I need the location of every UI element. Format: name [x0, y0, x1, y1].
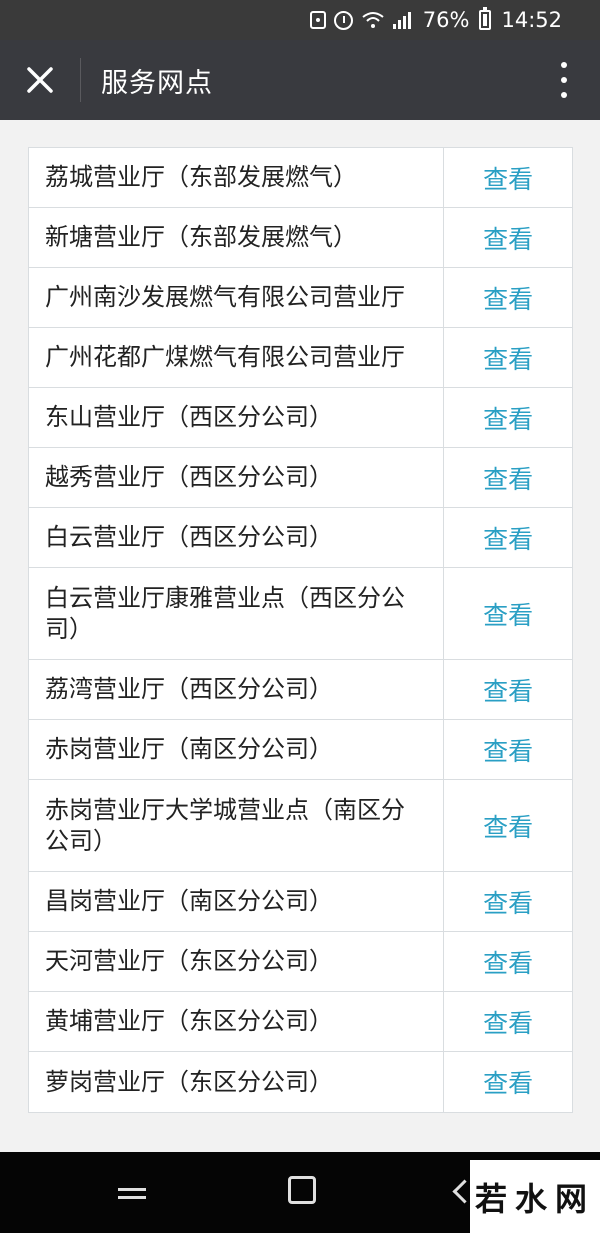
view-button[interactable]: 查看 — [444, 872, 572, 931]
outlet-name: 新塘营业厅（东部发展燃气） — [29, 208, 445, 267]
signal-icon — [392, 11, 411, 29]
table-row: 荔湾营业厅（西区分公司） 查看 — [29, 660, 572, 720]
view-button[interactable]: 查看 — [444, 932, 572, 991]
table-row: 白云营业厅（西区分公司） 查看 — [29, 508, 572, 568]
table-row: 天河营业厅（东区分公司） 查看 — [29, 932, 572, 992]
outlet-name: 赤岗营业厅（南区分公司） — [29, 720, 445, 779]
content-area: 荔城营业厅（东部发展燃气） 查看 新塘营业厅（东部发展燃气） 查看 广州南沙发展… — [0, 120, 600, 1152]
outlet-name: 广州花都广煤燃气有限公司营业厅 — [29, 328, 445, 387]
outlet-name: 黄埔营业厅（东区分公司） — [29, 992, 445, 1051]
battery-percent: 76% — [422, 8, 470, 32]
more-vertical-icon — [561, 62, 567, 98]
outlet-name: 白云营业厅康雅营业点（西区分公司） — [29, 568, 445, 659]
recycle-icon — [309, 11, 326, 29]
outlet-name: 昌岗营业厅（南区分公司） — [29, 872, 445, 931]
table-row: 昌岗营业厅（南区分公司） 查看 — [29, 872, 572, 932]
view-button[interactable]: 查看 — [444, 388, 572, 447]
view-button[interactable]: 查看 — [444, 328, 572, 387]
view-button[interactable]: 查看 — [444, 720, 572, 779]
table-row: 新塘营业厅（东部发展燃气） 查看 — [29, 208, 572, 268]
outlet-name: 白云营业厅（西区分公司） — [29, 508, 445, 567]
outlet-name: 荔湾营业厅（西区分公司） — [29, 660, 445, 719]
table-row: 越秀营业厅（西区分公司） 查看 — [29, 448, 572, 508]
watermark-text: 若水网 — [474, 1179, 595, 1218]
outlet-name: 东山营业厅（西区分公司） — [29, 388, 445, 447]
table-row: 荔城营业厅（东部发展燃气） 查看 — [29, 148, 572, 208]
more-options-button[interactable] — [552, 62, 576, 102]
outlet-name: 萝岗营业厅（东区分公司） — [29, 1052, 445, 1112]
table-row: 黄埔营业厅（东区分公司） 查看 — [29, 992, 572, 1052]
table-row: 白云营业厅康雅营业点（西区分公司） 查看 — [29, 568, 572, 660]
outlet-name: 天河营业厅（东区分公司） — [29, 932, 445, 991]
view-button[interactable]: 查看 — [444, 208, 572, 267]
outlet-name: 越秀营业厅（西区分公司） — [29, 448, 445, 507]
home-icon[interactable] — [288, 1176, 316, 1204]
view-button[interactable]: 查看 — [444, 992, 572, 1051]
title-divider — [80, 58, 81, 102]
view-button[interactable]: 查看 — [444, 448, 572, 507]
service-outlet-table: 荔城营业厅（东部发展燃气） 查看 新塘营业厅（东部发展燃气） 查看 广州南沙发展… — [28, 147, 573, 1113]
view-button[interactable]: 查看 — [444, 148, 572, 207]
table-row: 广州花都广煤燃气有限公司营业厅 查看 — [29, 328, 572, 388]
close-icon — [27, 67, 53, 93]
battery-icon — [479, 7, 492, 30]
table-row: 广州南沙发展燃气有限公司营业厅 查看 — [29, 268, 572, 328]
table-row: 赤岗营业厅大学城营业点（南区分公司） 查看 — [29, 780, 572, 872]
outlet-name: 赤岗营业厅大学城营业点（南区分公司） — [29, 780, 445, 871]
view-button[interactable]: 查看 — [444, 780, 572, 871]
table-row: 萝岗营业厅（东区分公司） 查看 — [29, 1052, 572, 1112]
view-button[interactable]: 查看 — [444, 508, 572, 567]
title-bar: 服务网点 — [0, 40, 600, 120]
view-button[interactable]: 查看 — [444, 1052, 572, 1112]
table-row: 东山营业厅（西区分公司） 查看 — [29, 388, 572, 448]
view-button[interactable]: 查看 — [444, 568, 572, 659]
outlet-name: 广州南沙发展燃气有限公司营业厅 — [29, 268, 445, 327]
wifi-icon — [362, 12, 384, 28]
status-icons — [309, 10, 411, 30]
page-title: 服务网点 — [101, 67, 213, 99]
view-button[interactable]: 查看 — [444, 660, 572, 719]
alarm-icon — [333, 10, 353, 30]
close-button[interactable] — [0, 40, 80, 120]
watermark-logo: 若水网 — [470, 1160, 600, 1233]
status-time: 14:52 — [501, 8, 562, 32]
status-bar: 76% 14:52 — [0, 0, 600, 40]
view-button[interactable]: 查看 — [444, 268, 572, 327]
outlet-name: 荔城营业厅（东部发展燃气） — [29, 148, 445, 207]
recent-apps-icon[interactable] — [118, 1180, 148, 1204]
table-row: 赤岗营业厅（南区分公司） 查看 — [29, 720, 572, 780]
